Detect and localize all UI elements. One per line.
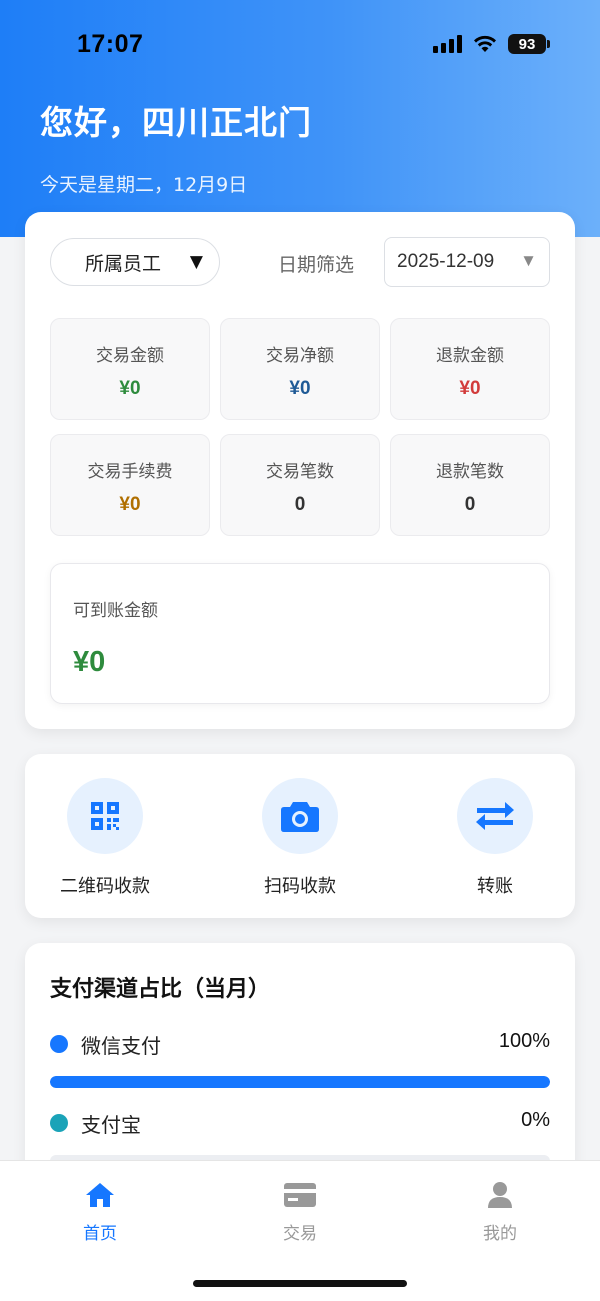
battery-indicator: 93 (508, 34, 546, 54)
scan-collect-button[interactable]: 扫码收款 (225, 778, 375, 898)
stat-transaction-count: 交易笔数 0 (220, 434, 380, 536)
stat-refund-count: 退款笔数 0 (390, 434, 550, 536)
caret-down-icon: ▼ (520, 251, 537, 270)
cellular-signal-icon (433, 35, 462, 53)
stat-value: 0 (464, 494, 476, 515)
date-filter-label: 日期筛选 (278, 254, 355, 276)
user-icon (488, 1182, 512, 1208)
channel-row-wechat: 微信支付 100% (50, 1028, 550, 1058)
channel-name: 支付宝 (81, 1113, 141, 1137)
stat-value: ¥0 (289, 378, 311, 399)
wifi-icon (474, 35, 496, 52)
caret-down-icon: ▼ (189, 252, 203, 272)
payable-label: 可到账金额 (73, 601, 158, 621)
bottom-tab-bar: 首页 交易 我的 (0, 1160, 600, 1301)
employee-dropdown-label: 所属员工 (85, 252, 162, 275)
card-icon (284, 1183, 316, 1207)
channel-dot (50, 1114, 68, 1132)
payable-value: ¥0 (73, 646, 106, 678)
stat-value: ¥0 (119, 378, 141, 399)
stats-card: 所属员工 ▼ 日期筛选 2025-12-09 ▼ 交易金额 ¥0 交易净额 ¥0… (25, 212, 575, 729)
stat-value: 0 (294, 494, 306, 515)
action-label: 转账 (477, 876, 513, 897)
stat-label: 退款笔数 (436, 462, 504, 482)
status-time: 17:07 (77, 30, 144, 58)
stat-label: 交易净额 (266, 346, 334, 366)
stat-label: 交易笔数 (266, 462, 334, 482)
date-picker[interactable]: 2025-12-09 ▼ (384, 237, 550, 287)
transfer-button[interactable]: 转账 (420, 778, 570, 898)
tab-profile[interactable]: 我的 (440, 1179, 560, 1244)
tab-label: 首页 (83, 1224, 117, 1244)
home-icon (86, 1183, 114, 1207)
stat-label: 交易金额 (96, 346, 164, 366)
stat-value: ¥0 (119, 494, 141, 515)
channel-title: 支付渠道占比（当月） (50, 977, 271, 1002)
channel-dot (50, 1035, 68, 1053)
date-subtitle: 今天是星期二，12月9日 (40, 174, 248, 196)
tab-label: 交易 (283, 1224, 317, 1244)
stat-refund-amount: 退款金额 ¥0 (390, 318, 550, 420)
tab-label: 我的 (483, 1224, 517, 1244)
channel-row-alipay: 支付宝 0% (50, 1107, 550, 1137)
channel-percent: 100% (498, 1030, 550, 1052)
transfer-icon (476, 802, 514, 830)
tab-transactions[interactable]: 交易 (240, 1179, 360, 1244)
channel-percent: 0% (521, 1109, 550, 1131)
quick-actions-card: 二维码收款 扫码收款 转账 (25, 754, 575, 918)
stat-fee: 交易手续费 ¥0 (50, 434, 210, 536)
action-label: 二维码收款 (60, 876, 150, 897)
stat-label: 退款金额 (436, 346, 504, 366)
channel-bar-wechat (50, 1076, 550, 1088)
status-bar: 17:07 93 (0, 0, 600, 90)
action-label: 扫码收款 (264, 876, 336, 897)
app-screen: 17:07 93 您好，四川正北门 今天是星期二，12月9日 所属员工 ▼ 日期… (0, 0, 600, 1301)
tab-home[interactable]: 首页 (40, 1179, 160, 1244)
employee-dropdown[interactable]: 所属员工 ▼ (50, 238, 220, 286)
stat-transaction-amount: 交易金额 ¥0 (50, 318, 210, 420)
stat-label: 交易手续费 (87, 462, 173, 482)
payable-amount-panel: 可到账金额 ¥0 (50, 563, 550, 704)
date-picker-value: 2025-12-09 (397, 251, 495, 272)
qr-collect-button[interactable]: 二维码收款 (30, 778, 180, 898)
qr-code-icon (91, 802, 119, 830)
channel-bar-fill (50, 1076, 550, 1088)
stat-value: ¥0 (459, 378, 481, 399)
stat-net-amount: 交易净额 ¥0 (220, 318, 380, 420)
channel-name: 微信支付 (81, 1034, 161, 1058)
greeting-title: 您好，四川正北门 (40, 103, 312, 142)
battery-icon (547, 40, 550, 48)
home-indicator[interactable] (193, 1280, 407, 1287)
camera-icon (281, 802, 319, 832)
